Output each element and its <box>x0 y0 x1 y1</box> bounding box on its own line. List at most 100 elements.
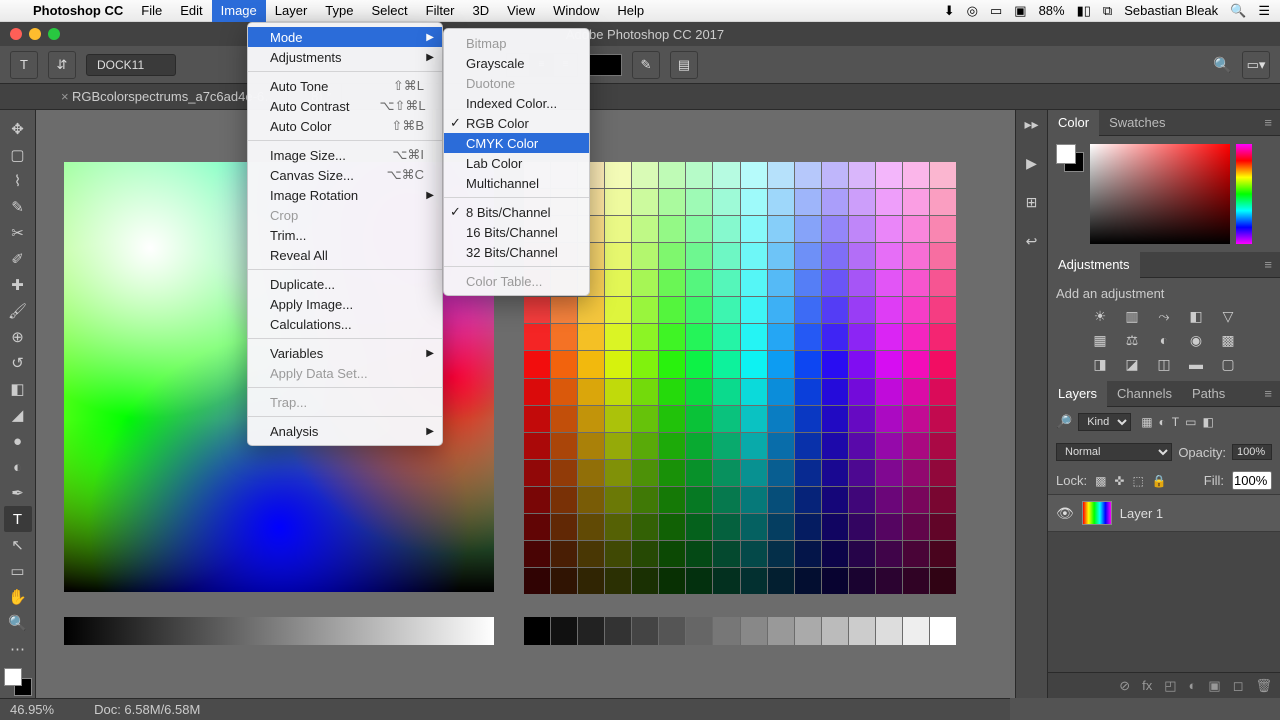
pen-tool[interactable]: ✒ <box>4 480 32 506</box>
brightness-icon[interactable]: ☀ <box>1090 307 1110 325</box>
fill-field[interactable] <box>1232 471 1272 490</box>
curves-icon[interactable]: ⤳ <box>1154 307 1174 325</box>
shape-tool[interactable]: ▭ <box>4 558 32 584</box>
menu-item[interactable]: CMYK Color <box>444 133 589 153</box>
layer-thumbnail[interactable] <box>1082 501 1112 525</box>
tab-channels[interactable]: Channels <box>1107 381 1182 407</box>
filter-shape-icon[interactable]: ▭ <box>1185 415 1196 429</box>
panel-menu-icon[interactable]: ≡ <box>1256 257 1280 272</box>
workspace-switcher[interactable]: ▭▾ <box>1242 51 1270 79</box>
type-tool[interactable]: T <box>4 506 32 532</box>
menu-3d[interactable]: 3D <box>464 0 499 22</box>
menu-item[interactable]: Calculations... <box>248 314 442 334</box>
expand-icon[interactable]: ▸▸ <box>1024 116 1038 133</box>
lock-pixels-icon[interactable]: ▩ <box>1095 474 1106 488</box>
zoom-level[interactable]: 46.95% <box>10 702 54 717</box>
search-icon[interactable]: 🔍 <box>1213 56 1232 74</box>
menu-item[interactable]: Grayscale <box>444 53 589 73</box>
menu-item[interactable]: Image Rotation▶ <box>248 185 442 205</box>
edit-toolbar[interactable]: ⋯ <box>4 636 32 662</box>
tool-preset[interactable]: T <box>10 51 38 79</box>
new-layer-icon[interactable]: ◻ <box>1233 678 1244 694</box>
filter-kind-select[interactable]: Kind <box>1078 413 1131 431</box>
menu-item[interactable]: ✓RGB Color <box>444 113 589 133</box>
tray-icon[interactable]: ▭ <box>990 3 1002 19</box>
app-menu[interactable]: Photoshop CC <box>24 0 132 22</box>
menu-view[interactable]: View <box>498 0 544 22</box>
menu-file[interactable]: File <box>132 0 171 22</box>
menu-layer[interactable]: Layer <box>266 0 317 22</box>
brush-tool[interactable]: 🖌 <box>4 298 32 324</box>
link-layers-icon[interactable]: ⊘ <box>1119 678 1130 694</box>
orientation-toggle[interactable]: ⇵ <box>48 51 76 79</box>
menu-item[interactable]: Adjustments▶ <box>248 47 442 67</box>
history-icon[interactable]: ↩ <box>1026 233 1038 250</box>
crop-tool[interactable]: ✂ <box>4 220 32 246</box>
channel-mixer-icon[interactable]: ◉ <box>1186 331 1206 349</box>
lock-artboard-icon[interactable]: ⬚ <box>1132 474 1143 488</box>
menu-item[interactable]: Indexed Color... <box>444 93 589 113</box>
fill-adjust-icon[interactable]: ◐ <box>1189 678 1197 693</box>
panel-menu-icon[interactable]: ≡ <box>1256 115 1280 130</box>
character-panel-button[interactable]: ▤ <box>670 51 698 79</box>
filter-smart-icon[interactable]: ◧ <box>1202 415 1213 429</box>
exposure-icon[interactable]: ◧ <box>1186 307 1206 325</box>
menu-item[interactable]: Image Size...⌥⌘I <box>248 145 442 165</box>
stamp-tool[interactable]: ⊕ <box>4 324 32 350</box>
menu-image[interactable]: Image <box>212 0 266 22</box>
menu-item[interactable]: Analysis▶ <box>248 421 442 441</box>
color-fg-bg[interactable] <box>1056 144 1084 172</box>
path-select-tool[interactable]: ↖ <box>4 532 32 558</box>
tab-swatches[interactable]: Swatches <box>1099 110 1175 136</box>
invert-icon[interactable]: ◨ <box>1090 355 1110 373</box>
menu-item[interactable]: Variables▶ <box>248 343 442 363</box>
gradient-tool[interactable]: ◢ <box>4 402 32 428</box>
display-icon[interactable]: ▣ <box>1014 3 1026 19</box>
filter-type-icon[interactable]: T <box>1172 415 1179 429</box>
menu-item[interactable]: Auto Contrast⌥⇧⌘L <box>248 96 442 116</box>
menu-item[interactable]: Trim... <box>248 225 442 245</box>
warp-text-button[interactable]: ✎ <box>632 51 660 79</box>
gradient-map-icon[interactable]: ▬ <box>1186 355 1206 373</box>
filter-pixel-icon[interactable]: ▦ <box>1141 415 1152 429</box>
menu-item[interactable]: ✓8 Bits/Channel <box>444 202 589 222</box>
hue-slider[interactable] <box>1236 144 1252 244</box>
threshold-icon[interactable]: ◫ <box>1154 355 1174 373</box>
blend-mode-select[interactable]: Normal <box>1056 443 1172 461</box>
panel-menu-icon[interactable]: ≡ <box>1256 386 1280 401</box>
tab-layers[interactable]: Layers <box>1048 381 1107 407</box>
layer-name[interactable]: Layer 1 <box>1120 506 1163 521</box>
menu-help[interactable]: Help <box>608 0 653 22</box>
properties-icon[interactable]: ⊞ <box>1026 194 1038 211</box>
menu-item[interactable]: Auto Tone⇧⌘L <box>248 76 442 96</box>
user-name[interactable]: Sebastian Bleak <box>1124 3 1218 18</box>
doc-info[interactable]: Doc: 6.58M/6.58M <box>94 702 200 717</box>
fx-icon[interactable]: fx <box>1142 678 1152 693</box>
lock-all-icon[interactable]: 🔒 <box>1152 474 1167 488</box>
tab-color[interactable]: Color <box>1048 110 1099 136</box>
menu-item[interactable]: Canvas Size...⌥⌘C <box>248 165 442 185</box>
visibility-icon[interactable]: 👁 <box>1056 505 1074 522</box>
cc-icon[interactable]: ◎ <box>967 3 978 19</box>
posterize-icon[interactable]: ◪ <box>1122 355 1142 373</box>
zoom-tool[interactable]: 🔍 <box>4 610 32 636</box>
selective-color-icon[interactable]: ▢ <box>1218 355 1238 373</box>
healing-tool[interactable]: ✚ <box>4 272 32 298</box>
menu-filter[interactable]: Filter <box>417 0 464 22</box>
menu-type[interactable]: Type <box>316 0 362 22</box>
move-tool[interactable]: ✥ <box>4 116 32 142</box>
menu-item[interactable]: 32 Bits/Channel <box>444 242 589 262</box>
menu-item[interactable]: Duplicate... <box>248 274 442 294</box>
text-color-swatch[interactable] <box>588 54 622 76</box>
color-lookup-icon[interactable]: ▩ <box>1218 331 1238 349</box>
download-icon[interactable]: ⬇︎ <box>944 3 955 19</box>
menu-item[interactable]: Mode▶ <box>248 27 442 47</box>
play-icon[interactable]: ▶ <box>1026 155 1037 172</box>
close-tab-icon[interactable]: × <box>61 89 69 104</box>
vibrance-icon[interactable]: ▽ <box>1218 307 1238 325</box>
dodge-tool[interactable]: ◐ <box>4 454 32 480</box>
bw-icon[interactable]: ⚖ <box>1122 331 1142 349</box>
spotlight-icon[interactable]: 🔍 <box>1230 3 1246 19</box>
lock-position-icon[interactable]: ✜ <box>1114 474 1124 488</box>
fg-bg-colors[interactable] <box>4 668 32 696</box>
